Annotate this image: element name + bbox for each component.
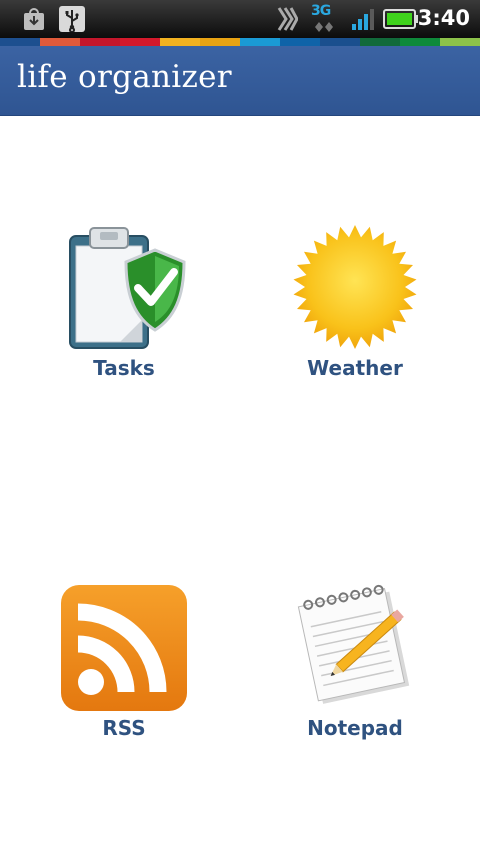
- accent-strip-segment: [440, 38, 480, 46]
- signal-icon: [350, 5, 376, 33]
- clock: 3:40: [417, 6, 470, 30]
- accent-strip-segment: [360, 38, 400, 46]
- tile-tasks[interactable]: Tasks: [24, 222, 224, 392]
- app-header: life organizer: [0, 46, 480, 116]
- accent-strip-segment: [80, 38, 120, 46]
- accent-strip-segment: [320, 38, 360, 46]
- tile-label: Notepad: [307, 716, 403, 740]
- app-title: life organizer: [17, 59, 232, 95]
- accent-strip-segment: [0, 38, 40, 46]
- accent-strip-segment: [160, 38, 200, 46]
- tile-weather[interactable]: Weather: [255, 222, 455, 392]
- status-bar: 3G 3:40: [0, 0, 480, 38]
- accent-strip-segment: [280, 38, 320, 46]
- accent-strip-segment: [40, 38, 80, 46]
- tasks-clipboard-icon: [69, 227, 186, 349]
- usb-icon: [58, 5, 85, 33]
- tile-label: RSS: [102, 716, 146, 740]
- rss-icon: [61, 585, 187, 711]
- download-icon: [22, 5, 46, 33]
- notepad-icon: [297, 584, 410, 704]
- tile-rss[interactable]: RSS: [24, 582, 224, 752]
- accent-strip-segment: [120, 38, 160, 46]
- sync-icon: [275, 5, 299, 33]
- battery-icon: [382, 5, 420, 33]
- sun-icon: [293, 225, 417, 349]
- accent-strip-segment: [400, 38, 440, 46]
- accent-strip: [0, 38, 480, 46]
- accent-strip-segment: [240, 38, 280, 46]
- data-arrows-icon: [313, 21, 337, 33]
- accent-strip-segment: [200, 38, 240, 46]
- tile-notepad[interactable]: Notepad: [255, 582, 455, 752]
- tile-label: Weather: [307, 356, 403, 380]
- tile-label: Tasks: [93, 356, 155, 380]
- network-type-label: 3G: [311, 3, 331, 19]
